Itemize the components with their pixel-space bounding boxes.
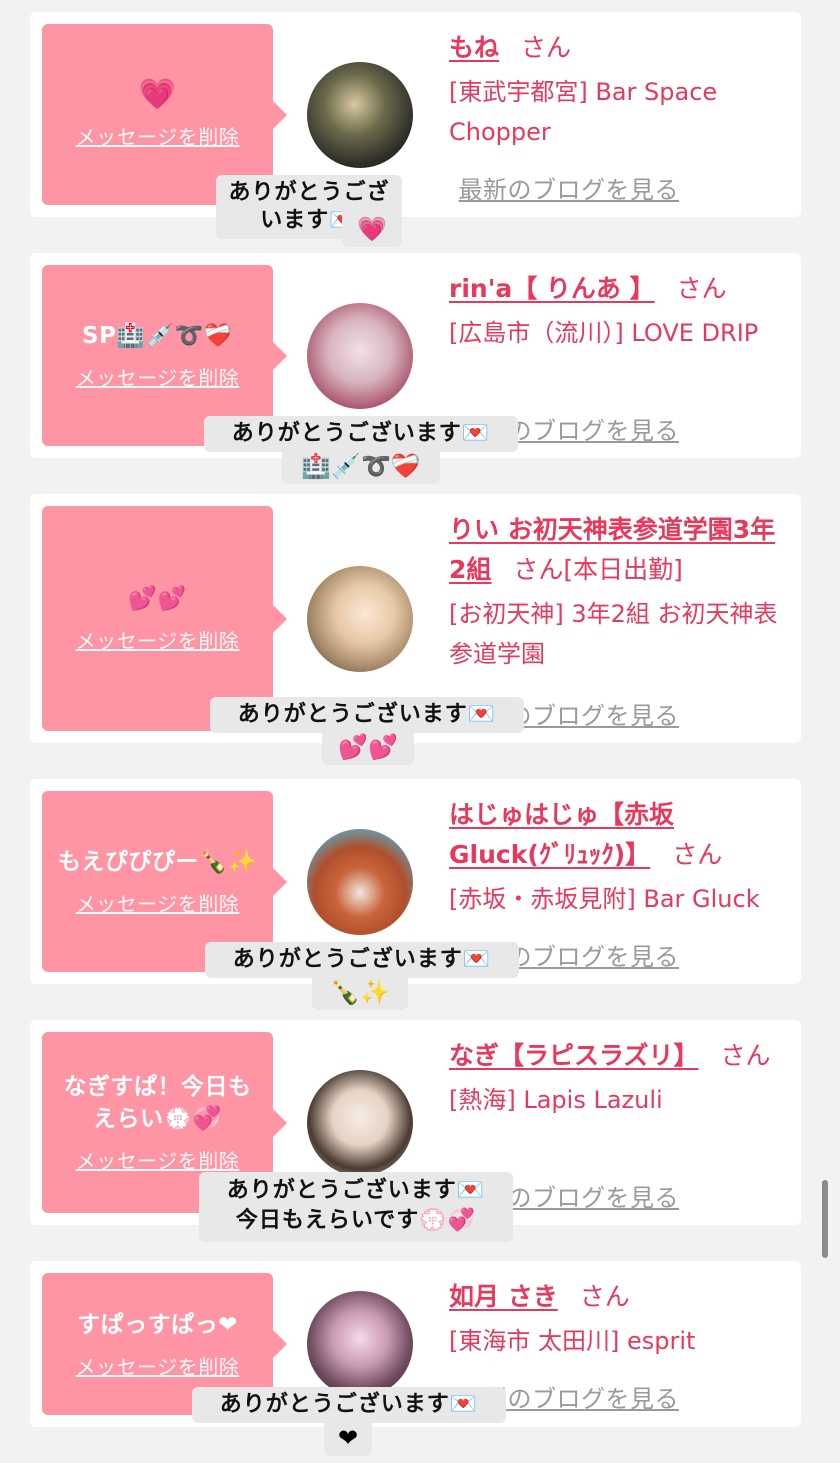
reply-emoji: 🍾✨ xyxy=(312,974,408,1010)
user-name-link[interactable]: 如月 さき xyxy=(449,1282,558,1311)
avatar[interactable] xyxy=(307,1291,413,1397)
message-text: もえぴぴぴー🍾✨ xyxy=(57,849,258,875)
avatar[interactable] xyxy=(307,566,413,672)
message-text: なぎすぱ！今日もえらい💮💞 xyxy=(63,1074,252,1132)
user-info: りい お初天神表参道学園3年2組 さん[本日出勤] [お初天神] 3年2組 お初天… xyxy=(449,510,787,674)
name-line: はじゅはじゅ【赤坂Gluck(ｸﾞﾘｭｯｸ)】 さん xyxy=(449,795,787,875)
delete-message-link[interactable]: メッセージを削除 xyxy=(76,121,240,150)
delete-message-link[interactable]: メッセージを削除 xyxy=(76,1351,240,1380)
scrollbar[interactable] xyxy=(822,1180,828,1258)
reply-bubble: ありがとうございます💌 xyxy=(205,942,519,978)
honorific: さん xyxy=(521,33,572,62)
avatar[interactable] xyxy=(307,62,413,168)
reply-text: ありがとうございます💌 xyxy=(226,1178,486,1203)
reply-emoji: 🏥💉➰❤️‍🩹 xyxy=(282,448,440,484)
shop-label: [お初天神] 3年2組 お初天神表参道学園 xyxy=(449,600,778,668)
reply-bubble: ありがとうございます💌 xyxy=(192,1387,506,1423)
name-line: rin'a【 りんあ 】さん xyxy=(449,269,787,309)
delete-message-link[interactable]: メッセージを削除 xyxy=(76,362,240,391)
honorific: さん xyxy=(720,1041,771,1070)
honorific: さん xyxy=(676,274,727,303)
reply-text: ありがとうございます💌 xyxy=(232,947,492,972)
shop-label: [熱海] Lapis Lazuli xyxy=(449,1086,663,1114)
name-line: 如月 さき さん xyxy=(449,1277,787,1317)
name-line: もね さん xyxy=(449,28,787,68)
view-blog-link[interactable]: 最新のブログを見る xyxy=(459,170,680,205)
reply-emoji: ❤ xyxy=(324,1420,372,1456)
shop-label: [東武宇都宮] Bar Space Chopper xyxy=(449,78,718,146)
name-line: なぎ【ラピスラズリ】 さん xyxy=(449,1036,787,1076)
user-info: 如月 さき さん [東海市 太田川] esprit xyxy=(449,1277,787,1361)
attendance-note: [本日出勤] xyxy=(563,555,683,584)
reply-bubble: ありがとうございます💌 xyxy=(204,416,518,452)
reply-emoji: 💕💕 xyxy=(322,729,414,765)
user-name-link[interactable]: rin'a【 りんあ 】 xyxy=(449,274,655,303)
delete-message-link[interactable]: メッセージを削除 xyxy=(76,1145,240,1174)
delete-message-link[interactable]: メッセージを削除 xyxy=(76,888,240,917)
message-text: 💗 xyxy=(138,77,177,112)
user-name-link[interactable]: はじゅはじゅ【赤坂Gluck(ｸﾞﾘｭｯｸ)】 xyxy=(449,800,674,869)
user-name-link[interactable]: なぎ【ラピスラズリ】 xyxy=(449,1041,699,1070)
shop-label: [東海市 太田川] esprit xyxy=(449,1327,696,1355)
reply-text: ありがとうございます💌 xyxy=(237,702,497,727)
reply-text: ありがとうございます💌 xyxy=(219,1392,479,1417)
honorific: さん xyxy=(513,555,564,584)
avatar[interactable] xyxy=(307,1070,413,1176)
avatar[interactable] xyxy=(307,829,413,935)
shop-label: [広島市（流川）] LOVE DRIP xyxy=(449,319,759,347)
name-line: りい お初天神表参道学園3年2組 さん[本日出勤] xyxy=(449,510,787,590)
user-info: rin'a【 りんあ 】さん [広島市（流川）] LOVE DRIP xyxy=(449,269,787,353)
reply-bubble: ありがとうございます💌 今日もえらいです💮💞 xyxy=(199,1172,513,1242)
reply-bubble: ありがとうございます💌 xyxy=(210,697,524,733)
user-info: はじゅはじゅ【赤坂Gluck(ｸﾞﾘｭｯｸ)】 さん [赤坂・赤坂見附] Bar … xyxy=(449,795,787,919)
reply-extra-text: 今日もえらいです💮💞 xyxy=(235,1208,477,1233)
message-card: 💗 メッセージを削除 もね さん [東武宇都宮] Bar Space Choppe… xyxy=(30,12,801,217)
message-text: すぱっすぱっ❤ xyxy=(77,1311,238,1338)
honorific: さん xyxy=(672,840,723,869)
delete-message-link[interactable]: メッセージを削除 xyxy=(76,625,240,654)
message-text: SP🏥💉➰❤️‍🩹 xyxy=(82,323,233,349)
reply-text: ありがとうございます💌 xyxy=(231,421,491,446)
shop-label: [赤坂・赤坂見附] Bar Gluck xyxy=(449,885,760,913)
user-name-link[interactable]: もね xyxy=(449,33,499,62)
avatar[interactable] xyxy=(307,303,413,409)
honorific: さん xyxy=(579,1282,630,1311)
message-text: 💕💕 xyxy=(128,586,187,612)
user-info: もね さん [東武宇都宮] Bar Space Chopper xyxy=(449,28,787,152)
reply-emoji: 💗 xyxy=(342,211,402,247)
user-info: なぎ【ラピスラズリ】 さん [熱海] Lapis Lazuli xyxy=(449,1036,787,1120)
